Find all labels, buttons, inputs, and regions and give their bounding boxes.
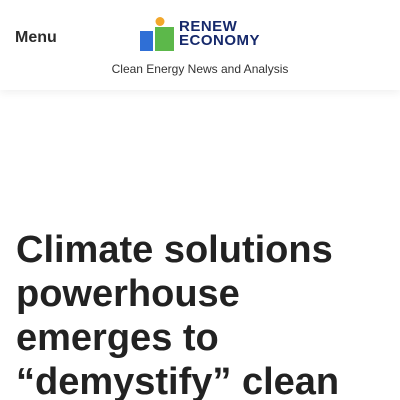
article-headline: Climate solutions powerhouse emerges to … [16,229,340,400]
site-tagline: Clean Energy News and Analysis [111,62,289,76]
brand: RENEW ECONOMY Clean Energy News and Anal… [0,17,400,76]
logo-wordmark-line2: ECONOMY [178,32,260,49]
site-header: Menu RENEW ECONOMY Clean Energy News and… [0,0,400,90]
renew-economy-logo-icon [139,17,174,51]
logo-wordmark: RENEW ECONOMY [178,19,260,49]
site-logo[interactable]: RENEW ECONOMY [139,17,260,51]
